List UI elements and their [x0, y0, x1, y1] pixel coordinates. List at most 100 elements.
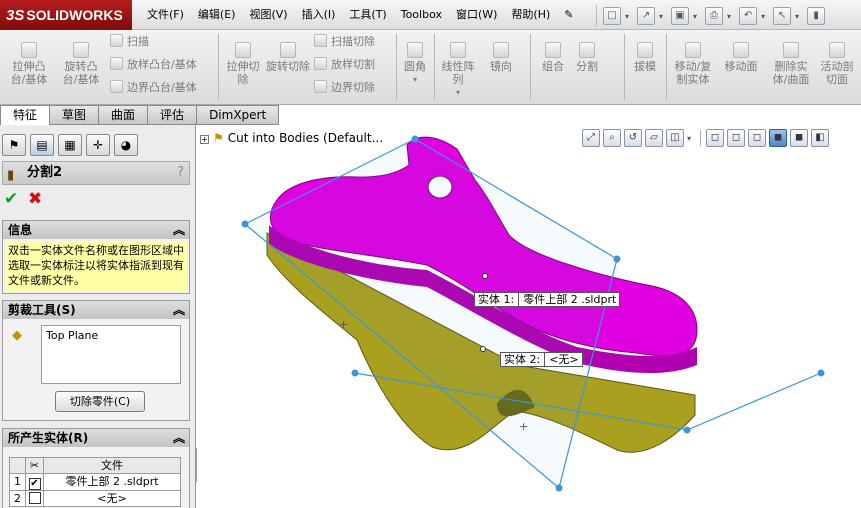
- dimxpert-manager-icon[interactable]: ✛: [86, 134, 110, 156]
- plane-handle[interactable]: [613, 255, 621, 263]
- split-button[interactable]: 分割: [570, 42, 604, 73]
- body-2-callout[interactable]: 实体 2: <无>: [500, 352, 583, 367]
- revolve-boss-button[interactable]: 旋转凸台/基体: [58, 42, 104, 86]
- collapse-chevron-icon[interactable]: ︽: [173, 429, 185, 447]
- solidworks-logo[interactable]: 3S SOLIDWORKS: [0, 0, 132, 30]
- live-section-plane-button[interactable]: 活动剖切面: [816, 42, 858, 86]
- print-dropdown-icon[interactable]: ▾: [727, 12, 731, 21]
- select-dropdown-icon[interactable]: ▾: [795, 12, 799, 21]
- shaded-icon[interactable]: ◼: [790, 129, 809, 147]
- new-icon[interactable]: □: [603, 7, 621, 25]
- sweep-button[interactable]: 扫描: [110, 34, 149, 50]
- body-1-file[interactable]: 零件上部 2 .sldprt: [518, 293, 617, 306]
- body-2-file[interactable]: <无>: [544, 353, 579, 366]
- delete-body-button[interactable]: 删除实体/曲面: [768, 42, 814, 86]
- trim-tools-list[interactable]: Top Plane: [41, 325, 181, 384]
- menu-tools[interactable]: 工具(T): [342, 0, 393, 30]
- revolve-cut-button[interactable]: 旋转切除: [266, 42, 310, 73]
- help-icon[interactable]: ?: [177, 162, 184, 184]
- new-dropdown-icon[interactable]: ▾: [625, 12, 629, 21]
- sweep-cut-button[interactable]: 扫描切除: [314, 34, 375, 50]
- collapse-chevron-icon[interactable]: ︽: [173, 301, 185, 319]
- ok-check-icon[interactable]: ✔: [4, 189, 18, 209]
- trim-tool-item[interactable]: Top Plane: [46, 329, 176, 342]
- configuration-manager-icon[interactable]: ▦: [58, 134, 82, 156]
- row-file[interactable]: 零件上部 2 .sldprt: [43, 473, 181, 491]
- tab-dimxpert[interactable]: DimXpert: [197, 105, 280, 125]
- row-checkbox[interactable]: ✔: [25, 473, 44, 491]
- zoom-area-icon[interactable]: ⌕: [603, 129, 621, 147]
- row-checkbox[interactable]: [25, 490, 44, 507]
- fillet-button[interactable]: 圆角 ▾: [400, 42, 430, 86]
- menu-edit[interactable]: 编辑(E): [191, 0, 243, 30]
- undo-icon[interactable]: ↶: [739, 7, 758, 25]
- select-icon[interactable]: ↖: [773, 7, 792, 25]
- draft-button[interactable]: 拔模: [628, 42, 662, 73]
- feature-tree-node[interactable]: + ⚑ Cut into Bodies (Default...: [200, 131, 383, 145]
- linear-pattern-button[interactable]: 线性阵列 ▾: [438, 42, 478, 99]
- row-file[interactable]: <无>: [43, 490, 181, 507]
- save-dropdown-icon[interactable]: ▾: [693, 12, 697, 21]
- cancel-x-icon[interactable]: ✖: [28, 189, 42, 209]
- hidden-lines-removed-icon[interactable]: ◻: [748, 129, 767, 147]
- boundary-cut-button[interactable]: 边界切除: [314, 80, 375, 96]
- combine-button[interactable]: 组合: [536, 42, 570, 73]
- resulting-bodies-table: ✂ 文件 1 ✔ 零件上部 2 .sldprt 2 <无>: [9, 457, 181, 507]
- view-orientation-icon[interactable]: ◫: [666, 129, 684, 147]
- collapse-chevron-icon[interactable]: ︽: [173, 221, 185, 239]
- info-header[interactable]: 信息 ︽: [3, 221, 189, 239]
- display-manager-icon[interactable]: ◕: [114, 134, 138, 156]
- loft-cut-button[interactable]: 放样切割: [314, 57, 375, 73]
- menu-file[interactable]: 文件(F): [140, 0, 191, 30]
- table-row[interactable]: 1 ✔ 零件上部 2 .sldprt: [9, 473, 181, 491]
- checkbox-unchecked-icon[interactable]: [28, 491, 41, 504]
- menu-insert[interactable]: 插入(I): [295, 0, 343, 30]
- fillet-dropdown-icon[interactable]: ▾: [400, 73, 430, 86]
- menu-toolbox[interactable]: Toolbox: [394, 0, 449, 30]
- graphics-area[interactable]: + + + ⚑ Cut into Bodies (Default... ⤢ ⌕ ↺ …: [197, 125, 861, 508]
- menu-view[interactable]: 视图(V): [242, 0, 294, 30]
- resulting-bodies-header[interactable]: 所产生实体(R) ︽: [3, 429, 189, 447]
- boundary-boss-button[interactable]: 边界凸台/基体: [110, 80, 197, 96]
- hidden-lines-visible-icon[interactable]: ◻: [727, 129, 746, 147]
- view-orientation-dropdown-icon[interactable]: ▾: [687, 134, 691, 143]
- pin-icon[interactable]: ✎: [557, 0, 580, 30]
- plane-handle[interactable]: [241, 220, 249, 228]
- wireframe-icon[interactable]: ◻: [706, 129, 725, 147]
- linear-pattern-dropdown-icon[interactable]: ▾: [438, 86, 478, 99]
- menu-window[interactable]: 窗口(W): [449, 0, 504, 30]
- section-view-icon[interactable]: ▱: [645, 129, 663, 147]
- tab-features[interactable]: 特征: [0, 105, 51, 125]
- plane-handle[interactable]: [555, 484, 563, 492]
- plane-handle[interactable]: [411, 135, 419, 143]
- move-face-button[interactable]: 移动面: [718, 42, 764, 73]
- open-icon[interactable]: ↗: [637, 7, 656, 25]
- trim-tools-header[interactable]: 剪裁工具(S) ︽: [3, 301, 189, 319]
- feature-manager-icon[interactable]: ⚑: [2, 134, 26, 156]
- save-icon[interactable]: ▣: [671, 7, 690, 25]
- open-dropdown-icon[interactable]: ▾: [659, 12, 663, 21]
- rebuild-icon[interactable]: ▮: [807, 7, 826, 25]
- display-style-icon[interactable]: ◧: [811, 129, 830, 147]
- undo-dropdown-icon[interactable]: ▾: [761, 12, 765, 21]
- shaded-with-edges-icon[interactable]: ◼: [769, 129, 788, 147]
- loft-button[interactable]: 放样凸台/基体: [110, 57, 197, 73]
- expand-plus-icon[interactable]: +: [200, 135, 209, 144]
- tab-surfaces[interactable]: 曲面: [99, 105, 149, 125]
- extrude-cut-button[interactable]: 拉伸切除: [222, 42, 264, 86]
- print-icon[interactable]: ⎙: [705, 7, 724, 25]
- checkbox-checked-icon[interactable]: ✔: [28, 478, 41, 490]
- model-scene[interactable]: + +: [197, 125, 861, 508]
- property-manager-icon[interactable]: ▤: [30, 134, 54, 156]
- tab-evaluate[interactable]: 评估: [148, 105, 198, 125]
- cut-part-button[interactable]: 切除零件(C): [55, 391, 145, 412]
- extrude-boss-button[interactable]: 拉伸凸台/基体: [6, 42, 52, 86]
- move-copy-body-button[interactable]: 移动/复制实体: [670, 42, 716, 86]
- tab-sketch[interactable]: 草图: [50, 105, 100, 125]
- mirror-button[interactable]: 镜向: [484, 42, 518, 73]
- zoom-to-fit-icon[interactable]: ⤢: [582, 129, 600, 147]
- previous-view-icon[interactable]: ↺: [624, 129, 642, 147]
- table-row[interactable]: 2 <无>: [9, 490, 181, 507]
- body-1-callout[interactable]: 实体 1: 零件上部 2 .sldprt: [474, 292, 621, 307]
- menu-help[interactable]: 帮助(H): [504, 0, 557, 30]
